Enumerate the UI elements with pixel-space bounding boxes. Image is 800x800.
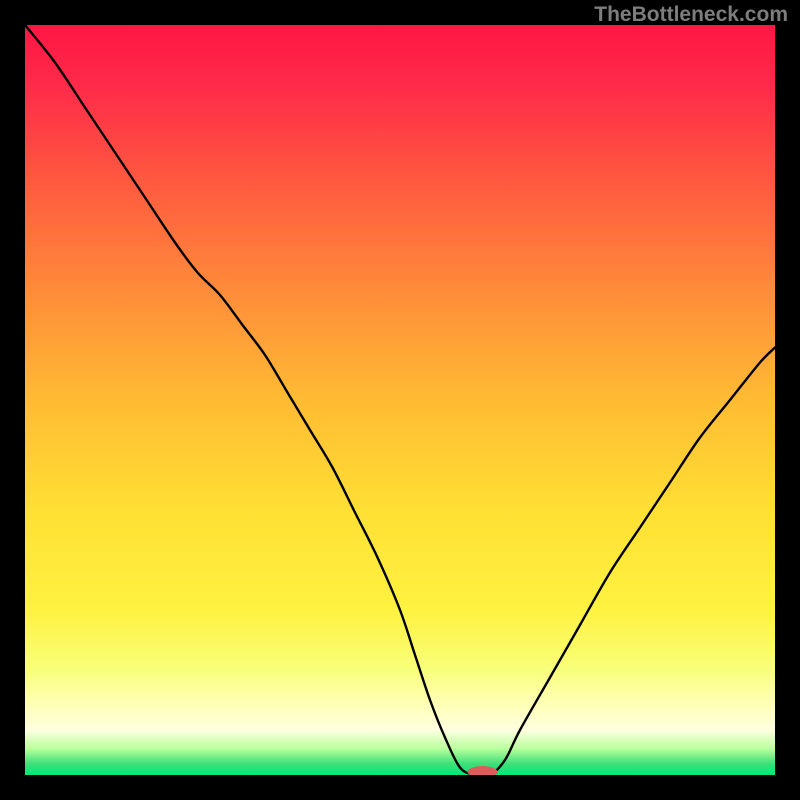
bottleneck-chart [25,25,775,775]
watermark-text: TheBottleneck.com [594,3,788,27]
chart-container: TheBottleneck.com [0,0,800,800]
chart-background [25,25,775,775]
plot-area [25,25,775,775]
